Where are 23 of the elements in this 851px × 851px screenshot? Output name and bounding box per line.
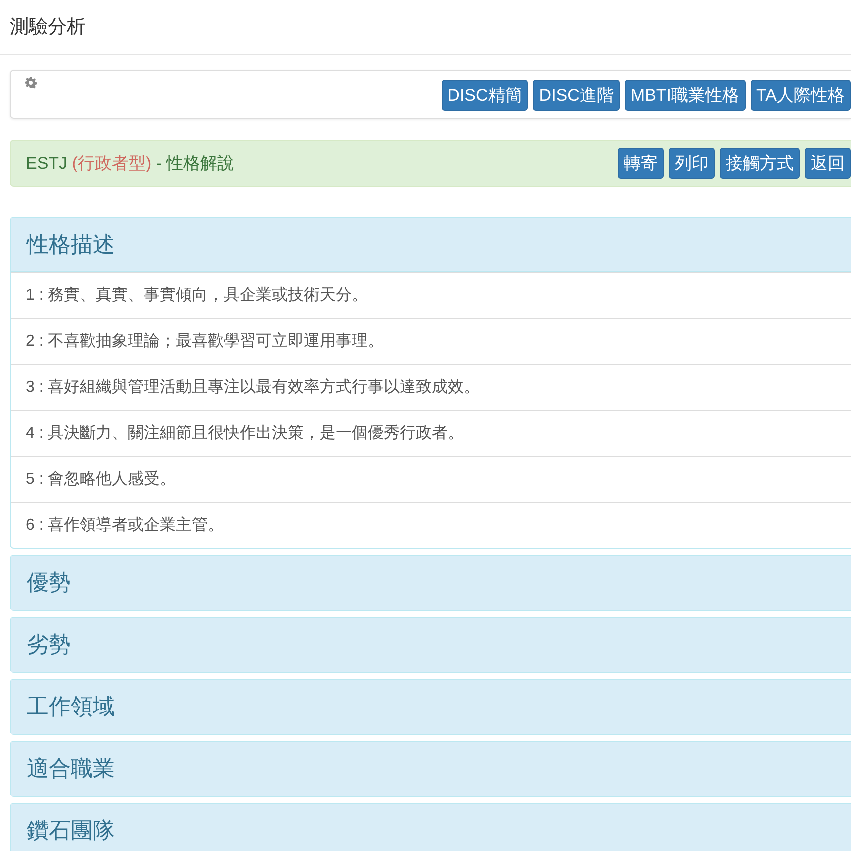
test-button[interactable]: DISC進階 (533, 80, 620, 111)
page-title: 測驗分析 (0, 0, 851, 55)
list-item: 5 : 會忽略他人感受。 (11, 456, 851, 502)
panel-heading[interactable]: 優勢 (11, 556, 851, 610)
action-button[interactable]: 返回 (805, 148, 851, 179)
list-item: 4 : 具決斷力、關注細節且很快作出決策，是一個優秀行政者。 (11, 410, 851, 456)
panel-heading[interactable]: 工作領域 (11, 680, 851, 734)
panel-heading[interactable]: 性格描述 (11, 218, 851, 272)
list-item: 1 : 務實、真實、事實傾向，具企業或技術天分。 (11, 272, 851, 318)
settings-icon[interactable] (25, 77, 37, 89)
panel-heading[interactable]: 適合職業 (11, 742, 851, 796)
list-item: 2 : 不喜歡抽象理論；最喜歡學習可立即運用事理。 (11, 318, 851, 364)
action-button[interactable]: 轉寄 (618, 148, 664, 179)
test-button[interactable]: TA人際性格 (750, 80, 851, 111)
panel-heading[interactable]: 鑽石團隊 (11, 804, 851, 851)
test-button[interactable]: MBTI職業性格 (624, 80, 746, 111)
test-button[interactable]: DISC精簡 (442, 80, 528, 111)
list-item: 6 : 喜作領導者或企業主管。 (11, 502, 851, 548)
result-heading: ESTJ (行政者型) - 性格解說 (26, 153, 235, 175)
action-button[interactable]: 接觸方式 (720, 148, 800, 179)
panel-heading[interactable]: 劣勢 (11, 618, 851, 672)
action-button[interactable]: 列印 (669, 148, 715, 179)
list-item: 3 : 喜好組織與管理活動且專注以最有效率方式行事以達致成效。 (11, 364, 851, 410)
